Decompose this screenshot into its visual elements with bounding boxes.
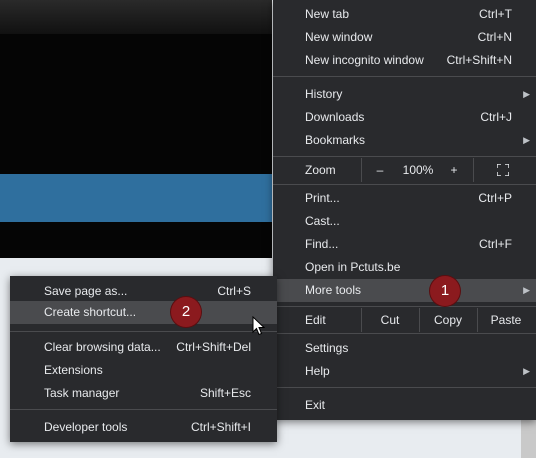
menu-item-label: Print...	[305, 191, 340, 205]
cut-button[interactable]: Cut	[361, 308, 419, 332]
menu-item-settings[interactable]: Settings	[273, 337, 536, 360]
paste-button[interactable]: Paste	[477, 308, 535, 332]
zoom-label: Zoom	[305, 163, 336, 177]
menu-item-label: Developer tools	[44, 420, 128, 434]
menu-item-shortcut: Ctrl+F	[479, 237, 512, 251]
menu-item-downloads[interactable]: Downloads Ctrl+J	[273, 106, 536, 129]
submenu-item-clear-browsing-data[interactable]: Clear browsing data... Ctrl+Shift+Del	[10, 336, 277, 359]
menu-item-label: Settings	[305, 341, 349, 355]
menu-item-new-window[interactable]: New window Ctrl+N	[273, 26, 536, 49]
page-banner	[0, 174, 272, 222]
menu-item-shortcut: Ctrl+Shift+Del	[176, 340, 251, 354]
chevron-right-icon: ▶	[523, 285, 530, 295]
menu-item-shortcut: Ctrl+T	[479, 7, 512, 21]
menu-item-label: Bookmarks	[305, 133, 366, 147]
menu-item-label: History	[305, 87, 343, 101]
zoom-row: Zoom – 100% +	[273, 158, 536, 182]
menu-item-label: Open in Pctuts.be	[305, 260, 401, 274]
menu-item-cast[interactable]: Cast...	[273, 210, 536, 233]
menu-item-help[interactable]: Help ▶	[273, 360, 536, 383]
menu-item-find[interactable]: Find... Ctrl+F	[273, 233, 536, 256]
menu-item-shortcut: Shift+Esc	[199, 386, 251, 400]
menu-item-shortcut: Ctrl+Shift+I	[190, 420, 251, 434]
submenu-item-developer-tools[interactable]: Developer tools Ctrl+Shift+I	[10, 416, 277, 439]
menu-item-label: Create shortcut...	[44, 305, 137, 319]
chevron-right-icon: ▶	[523, 366, 530, 376]
menu-item-label: Downloads	[305, 110, 365, 124]
menu-item-open-in-app[interactable]: Open in Pctuts.be	[273, 256, 536, 279]
menu-item-label: New tab	[305, 7, 350, 21]
scrollbar[interactable]	[521, 420, 536, 458]
menu-separator	[10, 409, 277, 410]
menu-item-new-incognito-window[interactable]: New incognito window Ctrl+Shift+N	[273, 49, 536, 72]
submenu-item-extensions[interactable]: Extensions	[10, 359, 277, 382]
menu-item-label: Find...	[305, 237, 339, 251]
chevron-right-icon: ▶	[523, 135, 530, 145]
mouse-pointer-icon	[252, 316, 266, 336]
menu-separator	[273, 387, 536, 388]
menu-item-bookmarks[interactable]: Bookmarks ▶	[273, 129, 536, 152]
menu-item-label: Help	[305, 364, 330, 378]
more-tools-submenu: Save page as... Ctrl+S Create shortcut..…	[10, 276, 277, 442]
zoom-out-button[interactable]: –	[371, 158, 389, 182]
menu-item-shortcut: Ctrl+N	[477, 30, 512, 44]
menu-separator	[10, 331, 277, 332]
menu-item-label: More tools	[305, 283, 362, 297]
menu-item-more-tools[interactable]: More tools ▶	[273, 279, 536, 302]
divider	[473, 158, 474, 182]
menu-separator	[273, 184, 536, 185]
menu-item-shortcut: Ctrl+S	[217, 284, 251, 298]
menu-item-label: Task manager	[44, 386, 120, 400]
page-video-area	[0, 34, 272, 174]
copy-button[interactable]: Copy	[419, 308, 477, 332]
menu-item-label: Extensions	[44, 363, 103, 377]
browser-main-menu: New tab Ctrl+T New window Ctrl+N New inc…	[273, 0, 536, 420]
page-dark-strip	[0, 222, 272, 258]
menu-separator	[273, 333, 536, 334]
menu-item-label: Cast...	[305, 214, 340, 228]
zoom-in-button[interactable]: +	[445, 158, 463, 182]
menu-item-label: Exit	[305, 398, 326, 412]
menu-separator	[273, 156, 536, 157]
chevron-right-icon: ▶	[523, 89, 530, 99]
divider	[361, 158, 362, 182]
menu-item-label: New incognito window	[305, 53, 424, 67]
menu-item-print[interactable]: Print... Ctrl+P	[273, 187, 536, 210]
menu-item-label: Save page as...	[44, 284, 128, 298]
menu-item-label: Clear browsing data...	[44, 340, 161, 354]
submenu-item-task-manager[interactable]: Task manager Shift+Esc	[10, 382, 277, 405]
menu-item-shortcut: Ctrl+J	[480, 110, 512, 124]
step-badge-2: 2	[171, 297, 201, 327]
menu-item-new-tab[interactable]: New tab Ctrl+T	[273, 3, 536, 26]
step-badge-1: 1	[430, 276, 460, 306]
menu-separator	[273, 306, 536, 307]
edit-label: Edit	[305, 313, 326, 327]
menu-separator	[273, 76, 536, 77]
menu-item-shortcut: Ctrl+P	[478, 191, 512, 205]
menu-item-exit[interactable]: Exit	[273, 394, 536, 417]
page-toolbar	[0, 0, 272, 34]
menu-item-shortcut: Ctrl+Shift+N	[446, 53, 512, 67]
menu-item-label: New window	[305, 30, 373, 44]
menu-item-history[interactable]: History ▶	[273, 83, 536, 106]
edit-row: Edit Cut Copy Paste	[273, 308, 536, 332]
submenu-item-save-page-as[interactable]: Save page as... Ctrl+S	[10, 280, 277, 303]
fullscreen-icon[interactable]	[497, 164, 509, 176]
zoom-level: 100%	[402, 163, 434, 177]
submenu-item-create-shortcut[interactable]: Create shortcut...	[10, 301, 277, 324]
